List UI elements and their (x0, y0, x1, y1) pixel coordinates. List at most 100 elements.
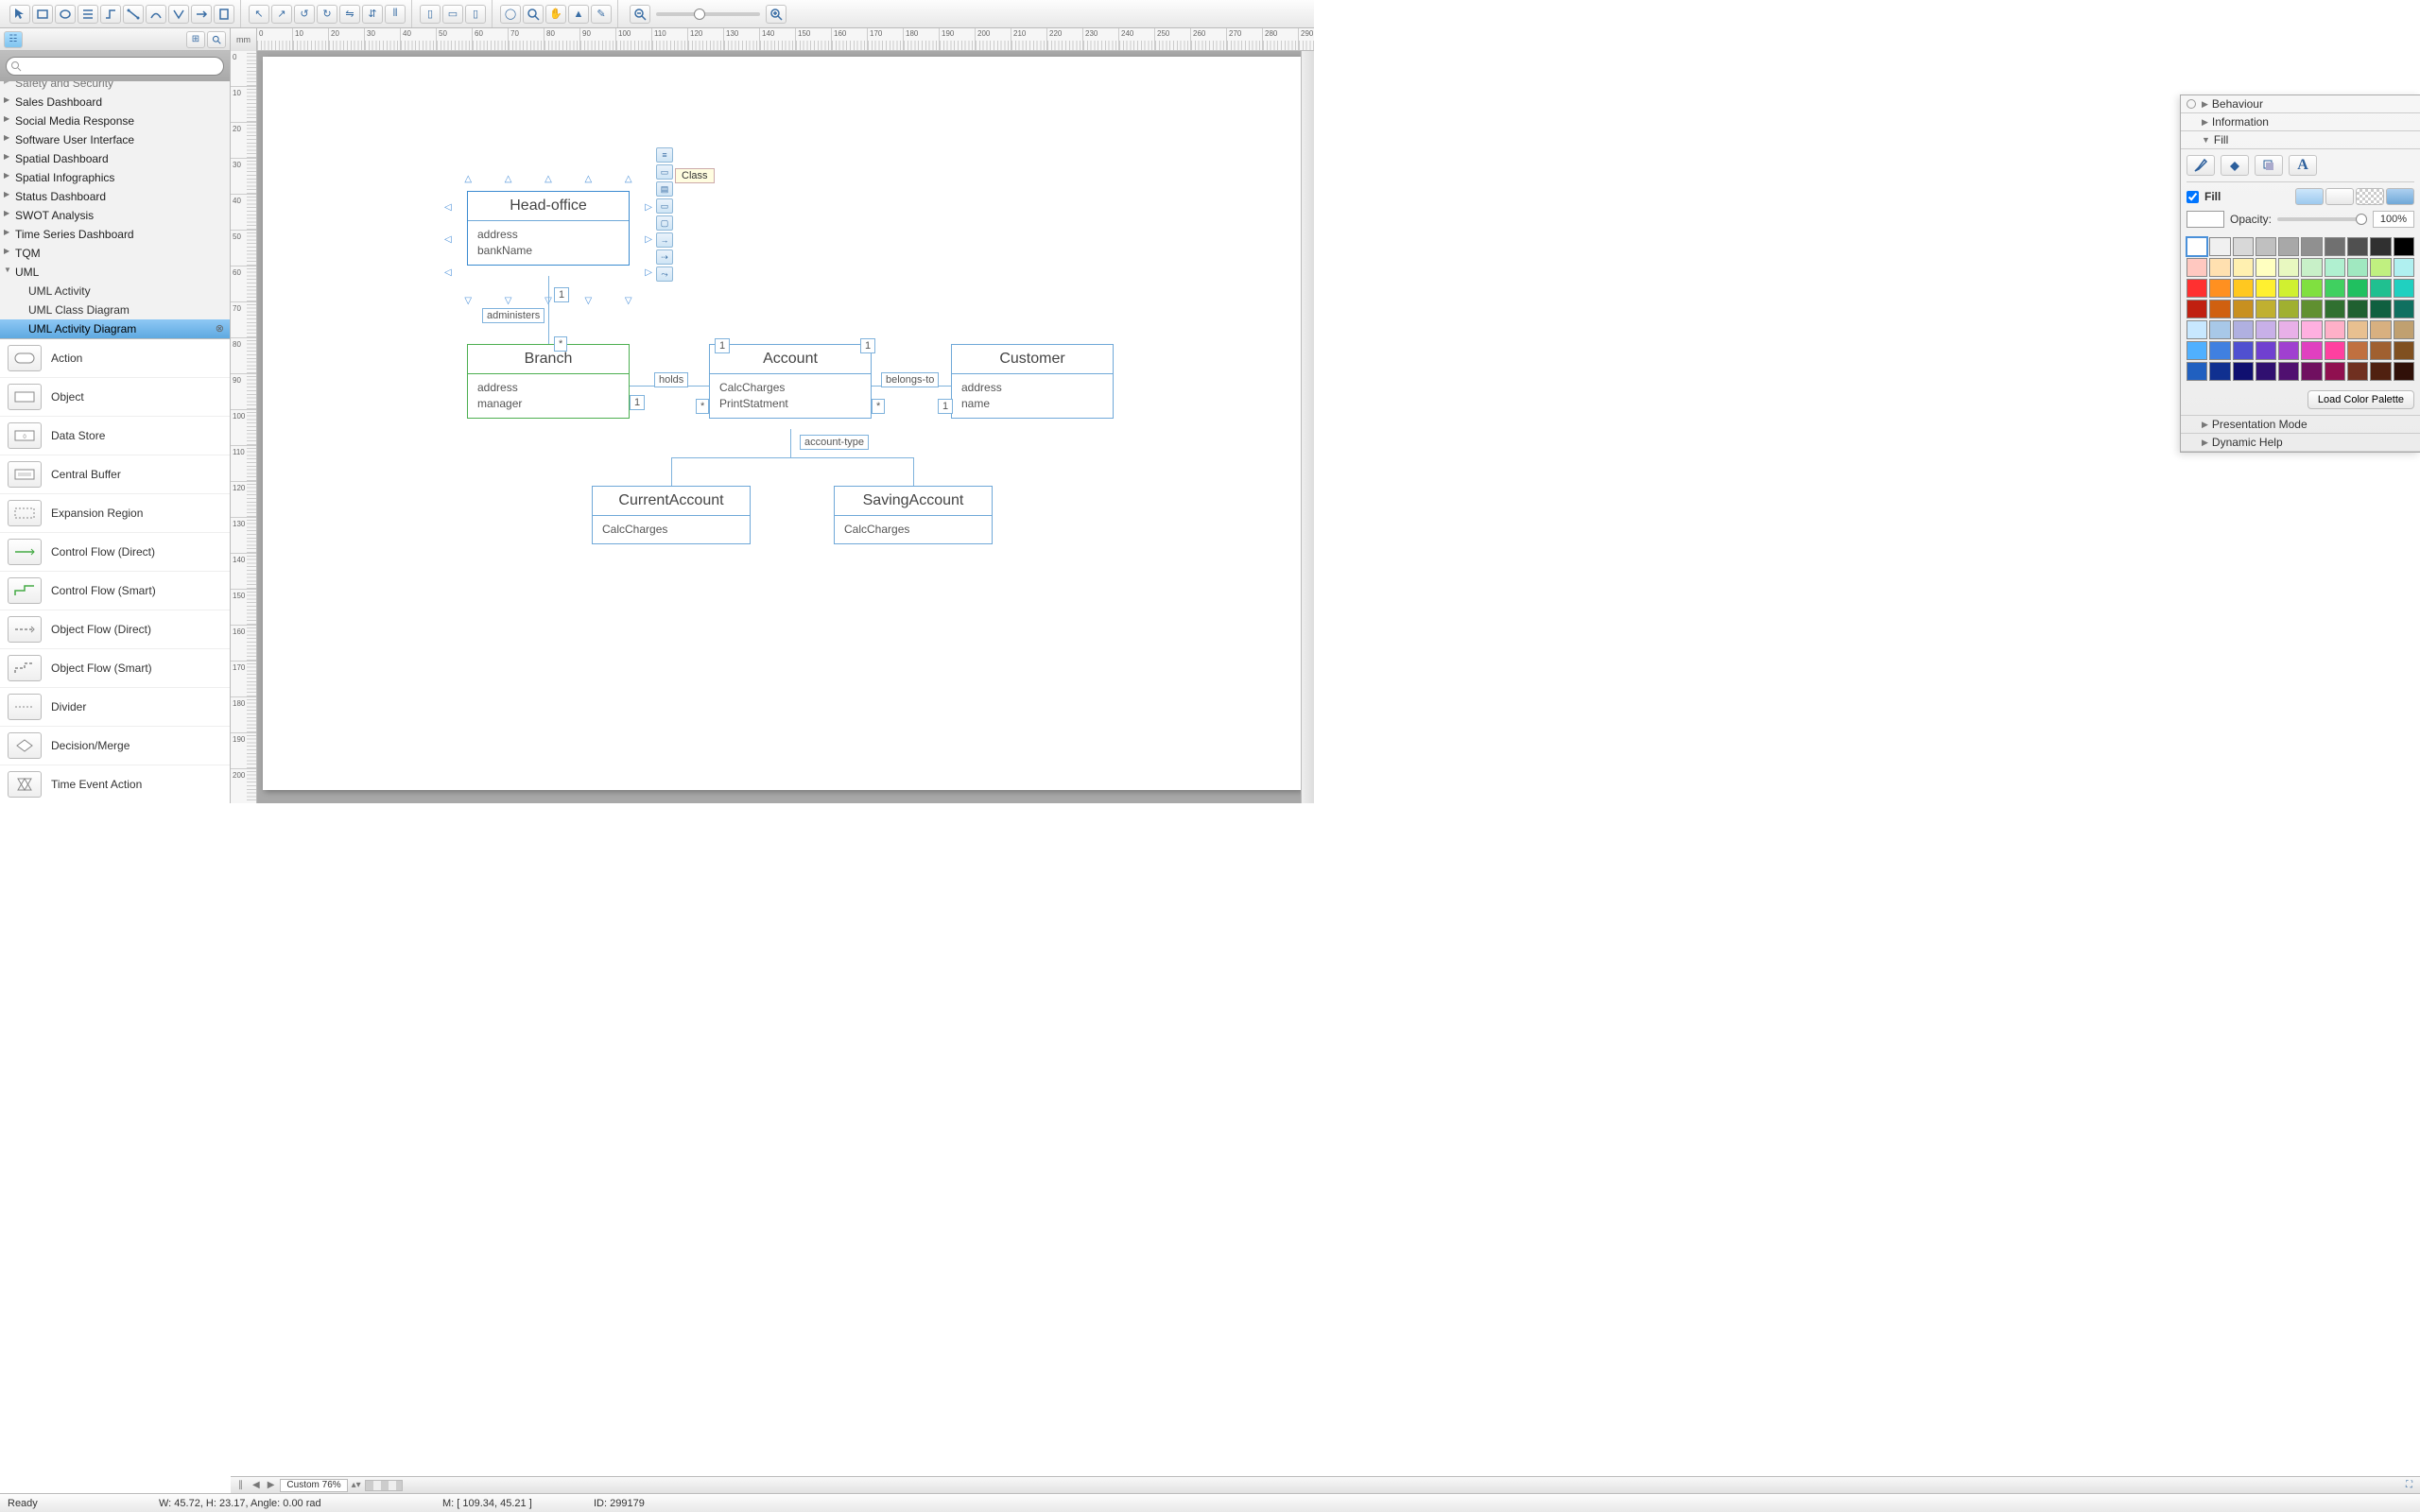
panel-section-presentation[interactable]: ▶ Presentation Mode (2181, 415, 2420, 434)
shape-item[interactable]: Decision/Merge (0, 727, 230, 765)
connector-5-icon[interactable] (191, 5, 212, 24)
grid-view-icon[interactable]: ⊞ (186, 31, 205, 48)
flip-h-icon[interactable]: ⇋ (339, 5, 360, 24)
color-swatch[interactable] (2370, 300, 2391, 318)
color-swatch[interactable] (2233, 258, 2254, 277)
color-swatch[interactable] (2256, 320, 2276, 339)
color-swatch[interactable] (2301, 362, 2322, 381)
align-center-icon[interactable]: ▭ (442, 5, 463, 24)
color-swatch[interactable] (2187, 341, 2207, 360)
color-swatch[interactable] (2256, 341, 2276, 360)
color-swatch[interactable] (2187, 237, 2207, 256)
color-swatch[interactable] (2325, 341, 2345, 360)
color-swatch[interactable] (2347, 320, 2368, 339)
fill-pattern-icon[interactable] (2356, 188, 2384, 205)
color-swatch[interactable] (2370, 320, 2391, 339)
shape-item[interactable]: Control Flow (Direct) (0, 533, 230, 572)
zoom-level-label[interactable]: Custom 76% (280, 1479, 347, 1492)
connector-3-icon[interactable] (146, 5, 166, 24)
page-tool-icon[interactable] (214, 5, 234, 24)
tree-item[interactable]: Social Media Response (0, 112, 230, 130)
shape-item[interactable]: Object (0, 378, 230, 417)
scroll-left-icon[interactable]: ◀ (251, 1480, 262, 1490)
uml-class-head-office[interactable]: Head-office address bankName (467, 191, 630, 266)
multiplicity-label[interactable]: 1 (938, 399, 953, 414)
color-swatch[interactable] (2370, 237, 2391, 256)
color-swatch[interactable] (2209, 279, 2230, 298)
library-search-input[interactable] (6, 57, 224, 76)
zoom-out-icon[interactable] (630, 5, 650, 24)
color-swatch[interactable] (2301, 279, 2322, 298)
tree-item[interactable]: UML (0, 263, 230, 282)
color-swatch[interactable] (2394, 341, 2414, 360)
color-swatch[interactable] (2394, 279, 2414, 298)
arrow-ne-icon[interactable]: ↗ (271, 5, 292, 24)
fill-image-icon[interactable] (2386, 188, 2414, 205)
panel-section-fill[interactable]: ▼ Fill (2181, 131, 2420, 149)
rectangle-tool-icon[interactable] (32, 5, 53, 24)
palette-package-icon[interactable]: ▢ (656, 215, 673, 231)
color-swatch[interactable] (2233, 341, 2254, 360)
color-swatch[interactable] (2233, 300, 2254, 318)
tree-item[interactable]: Status Dashboard (0, 187, 230, 206)
color-swatch[interactable] (2187, 362, 2207, 381)
tree-child[interactable]: UML Activity (0, 282, 230, 301)
color-swatch[interactable] (2347, 279, 2368, 298)
scroll-right-icon[interactable]: ▶ (266, 1480, 277, 1490)
color-swatch[interactable] (2370, 279, 2391, 298)
multiplicity-label[interactable]: * (696, 399, 709, 414)
flip-v-icon[interactable]: ⇵ (362, 5, 383, 24)
uml-class-customer[interactable]: Customer address name (951, 344, 1114, 419)
color-swatch[interactable] (2370, 362, 2391, 381)
zoom-slider[interactable] (656, 12, 760, 16)
list-tool-icon[interactable] (78, 5, 98, 24)
pointer-tool-icon[interactable] (9, 5, 30, 24)
color-swatch[interactable] (2278, 341, 2299, 360)
palette-item-icon[interactable]: ≡ (656, 147, 673, 163)
tree-item[interactable]: Safety and Security (0, 81, 230, 93)
color-swatch[interactable] (2233, 279, 2254, 298)
panel-section-dynamic-help[interactable]: ▶ Dynamic Help (2181, 434, 2420, 452)
color-swatch[interactable] (2301, 237, 2322, 256)
vertical-scrollbar[interactable] (1301, 51, 1314, 803)
color-swatch[interactable] (2209, 320, 2230, 339)
color-swatch[interactable] (2278, 362, 2299, 381)
color-swatch[interactable] (2187, 258, 2207, 277)
pen-tab-icon[interactable] (2187, 155, 2215, 176)
color-swatch[interactable] (2209, 362, 2230, 381)
relation-label-administers[interactable]: administers (482, 308, 544, 323)
uml-class-account[interactable]: Account CalcCharges PrintStatment (709, 344, 872, 419)
color-swatch[interactable] (2209, 258, 2230, 277)
ellipse-tool-icon[interactable] (55, 5, 76, 24)
color-swatch[interactable] (2394, 320, 2414, 339)
multiplicity-label[interactable]: 1 (860, 338, 875, 353)
tree-item[interactable]: Spatial Infographics (0, 168, 230, 187)
color-swatch[interactable] (2278, 300, 2299, 318)
color-swatch[interactable] (2347, 341, 2368, 360)
fill-color-well[interactable] (2187, 211, 2224, 228)
color-swatch[interactable] (2347, 237, 2368, 256)
tree-child[interactable]: UML Activity Diagram (0, 319, 230, 338)
palette-class-icon[interactable]: ▭ (656, 164, 673, 180)
color-swatch[interactable] (2325, 237, 2345, 256)
shape-item[interactable]: Action (0, 339, 230, 378)
text-tab-icon[interactable]: A (2289, 155, 2317, 176)
pause-icon[interactable]: ∥ (234, 1480, 247, 1490)
shape-item[interactable]: Expansion Region (0, 494, 230, 533)
shadow-tab-icon[interactable] (2255, 155, 2283, 176)
color-swatch[interactable] (2187, 279, 2207, 298)
fill-tab-icon[interactable] (2221, 155, 2249, 176)
color-swatch[interactable] (2278, 237, 2299, 256)
connector-2-icon[interactable] (123, 5, 144, 24)
vertical-ruler[interactable]: 0102030405060708090100110120130140150160… (231, 51, 257, 803)
fill-gradient-icon[interactable] (2325, 188, 2354, 205)
color-swatch[interactable] (2394, 300, 2414, 318)
color-swatch[interactable] (2233, 362, 2254, 381)
opacity-slider[interactable] (2277, 217, 2367, 221)
load-color-palette-button[interactable]: Load Color Palette (2308, 390, 2414, 409)
color-swatch[interactable] (2394, 362, 2414, 381)
color-swatch[interactable] (2233, 237, 2254, 256)
color-swatch[interactable] (2301, 341, 2322, 360)
color-swatch[interactable] (2347, 258, 2368, 277)
color-swatch[interactable] (2301, 320, 2322, 339)
